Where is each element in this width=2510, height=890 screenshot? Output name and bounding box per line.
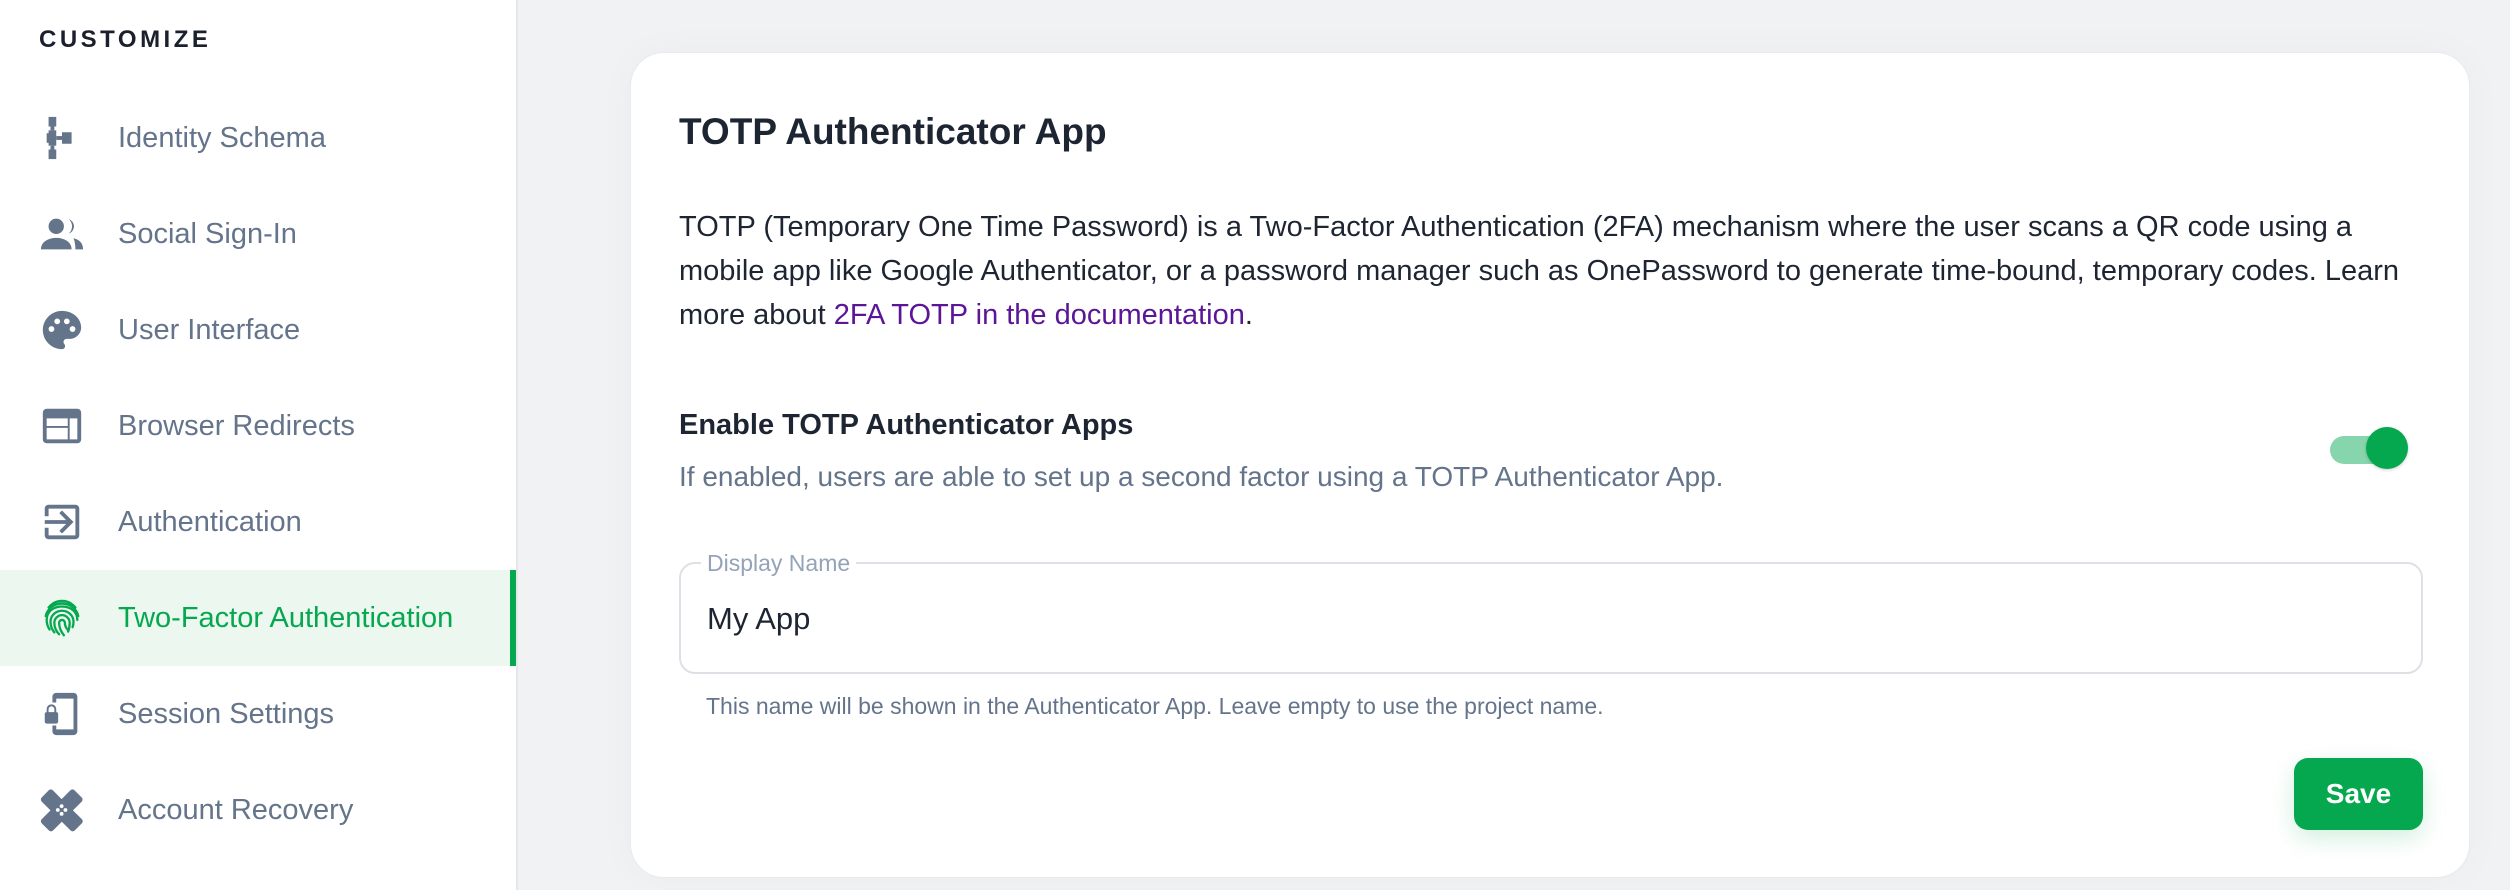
sidebar-item-label: Two-Factor Authentication xyxy=(118,601,454,634)
sidebar: CUSTOMIZE Identity Schema Social Sign-In… xyxy=(0,0,518,890)
bandage-icon xyxy=(38,786,86,834)
card-title: TOTP Authenticator App xyxy=(679,111,1107,152)
phone-lock-icon xyxy=(38,690,86,738)
sidebar-item-identity-schema[interactable]: Identity Schema xyxy=(0,90,516,186)
sidebar-item-label: Browser Redirects xyxy=(118,409,355,442)
login-icon xyxy=(38,498,86,546)
sidebar-item-label: Authentication xyxy=(118,505,302,538)
totp-settings-card: TOTP Authenticator App TOTP (Temporary O… xyxy=(630,52,2470,878)
sidebar-item-label: Social Sign-In xyxy=(118,217,297,250)
sidebar-item-label: User Interface xyxy=(118,313,301,346)
users-icon xyxy=(38,210,86,258)
save-button[interactable]: Save xyxy=(2294,758,2423,830)
documentation-link[interactable]: 2FA TOTP in the documentation xyxy=(834,299,1245,331)
toggle-description: If enabled, users are able to set up a s… xyxy=(679,461,1724,492)
sidebar-heading: CUSTOMIZE xyxy=(39,26,212,53)
toggle-title: Enable TOTP Authenticator Apps xyxy=(679,409,1134,441)
palette-icon xyxy=(38,306,86,354)
enable-totp-toggle[interactable] xyxy=(2330,427,2408,471)
description-end: . xyxy=(1244,299,1253,331)
sidebar-item-label: Account Recovery xyxy=(118,793,354,826)
schema-icon xyxy=(38,114,86,162)
sidebar-item-two-factor-authentication[interactable]: Two-Factor Authentication xyxy=(0,570,516,666)
sidebar-item-label: Session Settings xyxy=(118,697,335,730)
sidebar-item-session-settings[interactable]: Session Settings xyxy=(0,666,516,762)
browser-window-icon xyxy=(38,402,86,450)
sidebar-item-account-recovery[interactable]: Account Recovery xyxy=(0,762,516,858)
display-name-help: This name will be shown in the Authentic… xyxy=(706,693,1604,719)
toggle-knob xyxy=(2366,427,2408,469)
display-name-label: Display Name xyxy=(701,550,857,577)
sidebar-item-social-sign-in[interactable]: Social Sign-In xyxy=(0,186,516,282)
sidebar-item-label: Identity Schema xyxy=(118,121,326,154)
sidebar-item-user-interface[interactable]: User Interface xyxy=(0,282,516,378)
sidebar-item-browser-redirects[interactable]: Browser Redirects xyxy=(0,378,516,474)
fingerprint-icon xyxy=(38,594,86,642)
display-name-field: Display Name xyxy=(679,550,2423,674)
card-description: TOTP (Temporary One Time Password) is a … xyxy=(679,205,2439,337)
display-name-input[interactable] xyxy=(707,584,2387,654)
sidebar-item-authentication[interactable]: Authentication xyxy=(0,474,516,570)
